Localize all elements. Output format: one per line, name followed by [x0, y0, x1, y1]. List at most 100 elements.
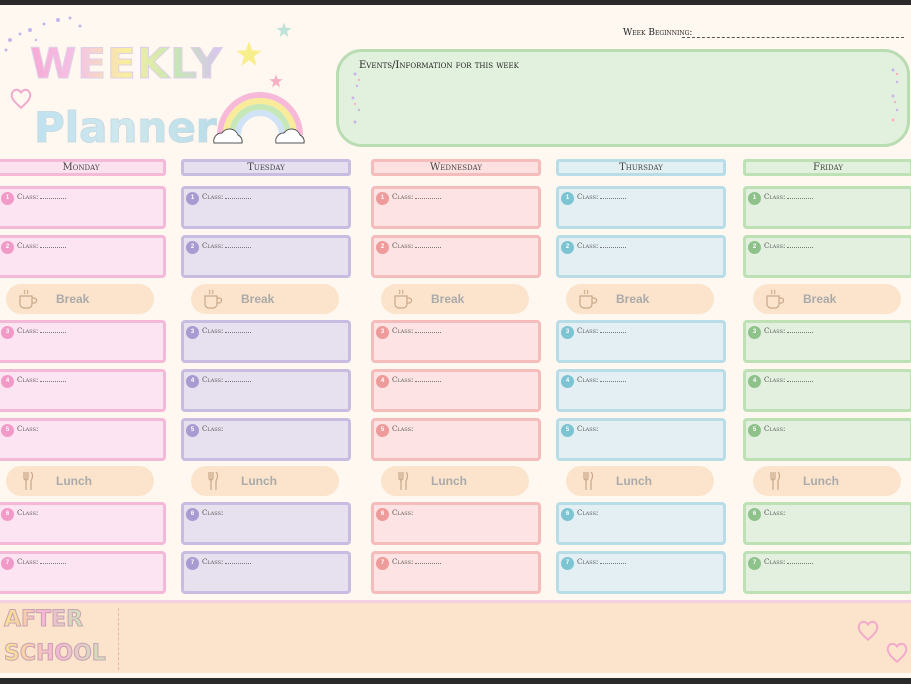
lesson-slot[interactable]: 1 Class:: [743, 186, 911, 229]
fork-knife-icon: [23, 471, 34, 490]
lesson-slot[interactable]: 5 Class:: [181, 418, 351, 461]
class-label-text: Class:: [764, 509, 786, 517]
lesson-slot[interactable]: 4 Class:: [556, 369, 726, 412]
class-blank-line: [225, 332, 252, 333]
lesson-slot[interactable]: 7 Class:: [371, 551, 541, 594]
class-label-text: Class:: [577, 327, 599, 335]
class-label: Class:: [17, 376, 67, 384]
lesson-slot[interactable]: 1 Class:: [556, 186, 726, 229]
lesson-slot[interactable]: 1 Class:: [371, 186, 541, 229]
period-number-badge: 3: [748, 326, 761, 339]
lesson-slot[interactable]: 6 Class:: [556, 502, 726, 545]
lesson-slot[interactable]: 5 Class:: [556, 418, 726, 461]
lunch-pill: Lunch: [191, 466, 339, 496]
lunch-pill: Lunch: [753, 466, 901, 496]
day-header-monday: Monday: [0, 159, 166, 176]
class-label-text: Class:: [202, 327, 224, 335]
class-label: Class:: [577, 242, 627, 250]
class-label-text: Class:: [577, 193, 599, 201]
lesson-slot[interactable]: 1 Class:: [181, 186, 351, 229]
period-number-badge: 2: [748, 241, 761, 254]
class-label: Class:: [17, 193, 67, 201]
class-blank-line: [787, 563, 814, 564]
class-label: Class:: [764, 509, 785, 517]
lesson-slot[interactable]: 2 Class:: [743, 235, 911, 278]
class-blank-line: [415, 332, 442, 333]
period-number-badge: 3: [561, 326, 574, 339]
period-number-badge: 2: [186, 241, 199, 254]
lesson-slot[interactable]: 2 Class:: [0, 235, 166, 278]
lesson-slot[interactable]: 1 Class:: [0, 186, 166, 229]
week-beginning-field[interactable]: [682, 37, 904, 38]
class-label-text: Class:: [202, 193, 224, 201]
fork-knife-icon: [398, 471, 409, 490]
dots-left-icon: [351, 72, 361, 124]
class-label-text: Class:: [202, 242, 224, 250]
lesson-slot[interactable]: 4 Class:: [181, 369, 351, 412]
class-label: Class:: [392, 558, 442, 566]
after-school-line1: AFTER: [3, 607, 84, 633]
lesson-slot[interactable]: 4 Class:: [743, 369, 911, 412]
class-blank-line: [415, 247, 442, 248]
class-label-text: Class:: [392, 509, 414, 517]
coffee-cup-icon: [766, 289, 785, 309]
class-blank-line: [40, 332, 67, 333]
lunch-label: Lunch: [616, 474, 652, 488]
break-label: Break: [241, 292, 275, 306]
coffee-cup-icon: [19, 289, 38, 309]
lesson-slot[interactable]: 7 Class:: [0, 551, 166, 594]
class-label: Class:: [392, 509, 413, 517]
class-label: Class:: [764, 242, 814, 250]
day-header-thursday: Thursday: [556, 159, 726, 176]
class-label: Class:: [202, 242, 252, 250]
lesson-slot[interactable]: 5 Class:: [371, 418, 541, 461]
period-number-badge: 3: [186, 326, 199, 339]
class-blank-line: [600, 381, 627, 382]
period-number-badge: 3: [1, 326, 14, 339]
lesson-slot[interactable]: 7 Class:: [181, 551, 351, 594]
class-label-text: Class:: [17, 425, 39, 433]
class-blank-line: [225, 381, 252, 382]
lesson-slot[interactable]: 3 Class:: [743, 320, 911, 363]
lesson-slot[interactable]: 5 Class:: [743, 418, 911, 461]
class-label: Class:: [392, 425, 413, 433]
class-blank-line: [225, 198, 252, 199]
period-number-badge: 5: [748, 424, 761, 437]
heart-icon: [886, 642, 908, 664]
period-number-badge: 5: [1, 424, 14, 437]
lesson-slot[interactable]: 6 Class:: [371, 502, 541, 545]
lesson-slot[interactable]: 6 Class:: [0, 502, 166, 545]
events-box[interactable]: Events/Information for this week: [336, 49, 910, 147]
break-label: Break: [56, 292, 90, 306]
period-number-badge: 4: [186, 375, 199, 388]
class-label-text: Class:: [202, 376, 224, 384]
class-blank-line: [415, 563, 442, 564]
period-number-badge: 4: [1, 375, 14, 388]
class-label: Class:: [577, 425, 598, 433]
lesson-slot[interactable]: 7 Class:: [743, 551, 911, 594]
class-label: Class:: [17, 425, 38, 433]
lesson-slot[interactable]: 2 Class:: [371, 235, 541, 278]
lesson-slot[interactable]: 3 Class:: [556, 320, 726, 363]
class-label-text: Class:: [202, 509, 224, 517]
lesson-slot[interactable]: 2 Class:: [556, 235, 726, 278]
class-label-text: Class:: [392, 558, 414, 566]
lesson-slot[interactable]: 3 Class:: [0, 320, 166, 363]
class-label: Class:: [577, 509, 598, 517]
after-school-section[interactable]: AFTER SCHOOL: [0, 600, 911, 673]
class-label: Class:: [392, 193, 442, 201]
lesson-slot[interactable]: 2 Class:: [181, 235, 351, 278]
lesson-slot[interactable]: 3 Class:: [371, 320, 541, 363]
period-number-badge: 7: [1, 557, 14, 570]
lesson-slot[interactable]: 4 Class:: [371, 369, 541, 412]
lesson-slot[interactable]: 7 Class:: [556, 551, 726, 594]
lesson-slot[interactable]: 6 Class:: [181, 502, 351, 545]
day-header-wednesday: Wednesday: [371, 159, 541, 176]
period-number-badge: 4: [748, 375, 761, 388]
lesson-slot[interactable]: 6 Class:: [743, 502, 911, 545]
lesson-slot[interactable]: 3 Class:: [181, 320, 351, 363]
lesson-slot[interactable]: 4 Class:: [0, 369, 166, 412]
lesson-slot[interactable]: 5 Class:: [0, 418, 166, 461]
period-number-badge: 1: [561, 192, 574, 205]
period-number-badge: 6: [748, 508, 761, 521]
